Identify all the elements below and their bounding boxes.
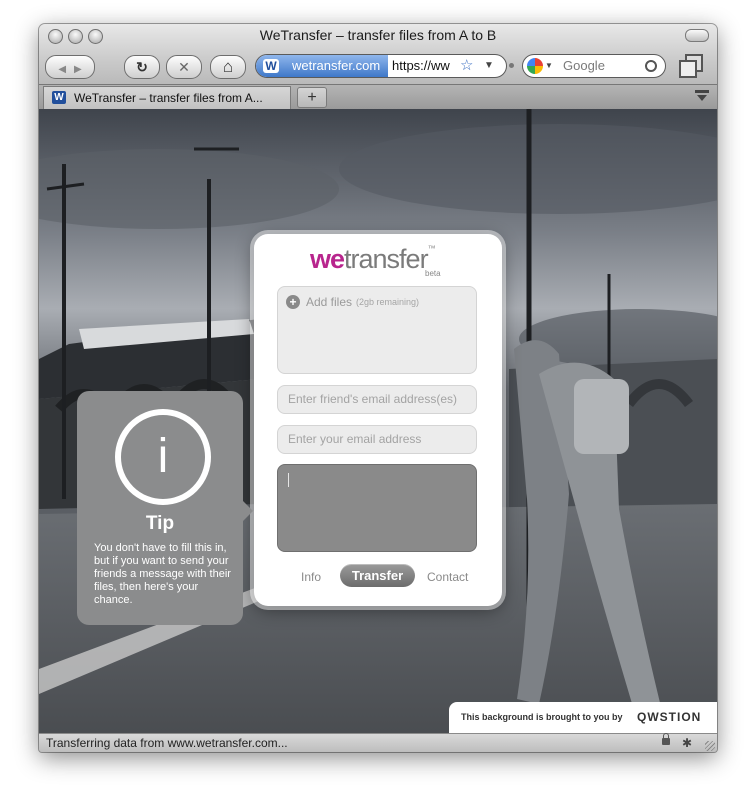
tab-bar: W WeTransfer – transfer files from A... … bbox=[39, 84, 717, 109]
tab-list-icon-arrow bbox=[697, 95, 707, 101]
back-forward-button[interactable]: ◀ ▶ bbox=[45, 55, 95, 79]
tab-wetransfer[interactable]: W WeTransfer – transfer files from A... bbox=[43, 86, 291, 109]
tip-text: You don't have to fill this in, but if y… bbox=[94, 542, 231, 606]
home-icon: ⌂ bbox=[222, 57, 234, 76]
window-title: WeTransfer – transfer files from A to B bbox=[259, 27, 497, 43]
tab-favicon-icon: W bbox=[52, 91, 66, 104]
logo-tm: ™ bbox=[427, 244, 436, 253]
info-letter: i bbox=[157, 430, 169, 483]
window-layout-icon[interactable] bbox=[679, 54, 703, 78]
transfer-button[interactable]: Transfer bbox=[340, 564, 415, 587]
back-arrow-icon[interactable]: ◀ bbox=[58, 64, 66, 75]
qwstion-logo[interactable]: QWSTION bbox=[637, 702, 701, 733]
search-engine-dropdown-icon[interactable]: ▼ bbox=[545, 55, 553, 77]
info-link[interactable]: Info bbox=[301, 570, 321, 584]
toolbar-separator-dot bbox=[509, 63, 514, 68]
search-icon[interactable] bbox=[645, 60, 657, 72]
logo-beta: beta bbox=[425, 269, 441, 278]
tip-title: Tip bbox=[145, 513, 175, 534]
toolbar: WeTransfer – transfer files from A to B … bbox=[39, 24, 717, 109]
stop-button[interactable]: ✕ bbox=[166, 55, 202, 79]
tip-pointer bbox=[243, 501, 253, 521]
lock-icon[interactable] bbox=[662, 733, 670, 745]
wetransfer-panel: wetransfer™ beta + Add files (2gb remain… bbox=[254, 234, 502, 606]
friends-email-field[interactable]: Enter friend's email address(es) bbox=[277, 385, 477, 414]
text-cursor bbox=[288, 473, 289, 487]
addon-status-icon[interactable]: ✱ bbox=[682, 734, 692, 752]
tab-label: WeTransfer – transfer files from A... bbox=[74, 91, 263, 105]
status-bar: Transferring data from www.wetransfer.co… bbox=[39, 733, 717, 752]
layout-frame-front bbox=[679, 60, 697, 78]
logo-we: we bbox=[310, 244, 345, 274]
wetransfer-logo: wetransfer™ beta bbox=[310, 244, 460, 278]
your-email-placeholder: Enter your email address bbox=[288, 432, 422, 446]
reload-icon: ↻ bbox=[136, 59, 148, 75]
resize-grip-icon[interactable] bbox=[705, 741, 715, 751]
search-bar[interactable]: ▼ Google bbox=[522, 54, 666, 78]
friends-email-placeholder: Enter friend's email address(es) bbox=[288, 392, 458, 406]
new-tab-button[interactable]: + bbox=[297, 87, 327, 108]
your-email-field[interactable]: Enter your email address bbox=[277, 425, 477, 454]
logo-transfer: transfer bbox=[344, 244, 429, 274]
search-input[interactable]: Google bbox=[563, 55, 605, 77]
background-credit[interactable]: This background is brought to you by QWS… bbox=[449, 702, 717, 733]
site-identity-button[interactable]: W wetransfer.com bbox=[256, 55, 388, 77]
contact-link[interactable]: Contact bbox=[427, 570, 468, 584]
google-search-engine-icon[interactable] bbox=[527, 58, 543, 74]
lock-icon-shackle bbox=[663, 733, 669, 738]
home-button[interactable]: ⌂ bbox=[210, 55, 246, 79]
browser-window: WeTransfer – transfer files from A to B … bbox=[39, 24, 717, 752]
info-circle-icon: i bbox=[115, 409, 211, 505]
message-field[interactable] bbox=[277, 464, 477, 552]
add-files-area[interactable]: + Add files (2gb remaining) bbox=[277, 286, 477, 374]
background-credit-text: This background is brought to you by bbox=[461, 712, 623, 722]
plus-icon: + bbox=[307, 89, 317, 106]
stop-icon: ✕ bbox=[178, 59, 190, 75]
address-bar[interactable]: W wetransfer.com https://ww ☆ ▼ bbox=[255, 54, 507, 78]
add-files-remaining: (2gb remaining) bbox=[356, 297, 420, 307]
tab-list-icon[interactable] bbox=[695, 90, 709, 102]
url-dropdown-icon[interactable]: ▼ bbox=[484, 55, 494, 77]
forward-arrow-icon[interactable]: ▶ bbox=[74, 64, 82, 75]
web-content: wetransfer™ beta + Add files (2gb remain… bbox=[39, 109, 717, 733]
transfer-button-label: Transfer bbox=[351, 568, 404, 583]
status-text: Transferring data from www.wetransfer.co… bbox=[46, 736, 288, 750]
tab-list-icon-bar bbox=[695, 90, 709, 93]
site-identity-label: wetransfer.com bbox=[292, 58, 381, 73]
add-files-plus-icon[interactable]: + bbox=[286, 295, 300, 309]
wetransfer-favicon-icon: W bbox=[263, 59, 279, 73]
add-files-label[interactable]: Add files bbox=[306, 295, 352, 309]
bookmark-star-icon[interactable]: ☆ bbox=[460, 55, 473, 77]
tip-bubble: i Tip You don't have to fill this in, bu… bbox=[77, 391, 253, 625]
url-text[interactable]: https://ww bbox=[392, 55, 452, 77]
toolbar-toggle-button[interactable] bbox=[685, 29, 709, 42]
reload-button[interactable]: ↻ bbox=[124, 55, 160, 79]
